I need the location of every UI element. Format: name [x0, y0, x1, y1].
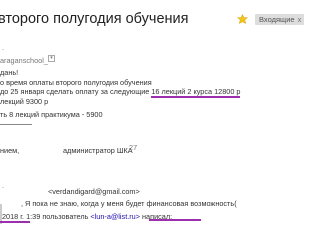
chevron-down-icon[interactable]: ▾ [48, 55, 55, 62]
body-line-4: ть 8 лекций практикума - 5900 [0, 110, 103, 119]
quote-email-link[interactable]: <lun-a@list.ru> [90, 212, 140, 221]
email-subject: второго полугодия обучения [0, 11, 189, 27]
reply-body-line: , Я пока не знаю, когда у меня будет фин… [21, 199, 237, 208]
label-chip-text: Входящие [259, 15, 295, 24]
signature-left: нием, [0, 146, 20, 155]
price-highlight: 16 лекций 2 курса 12800 р [151, 87, 241, 98]
email-highlight [149, 219, 201, 221]
greeting: дань! [0, 68, 19, 77]
body-line-2-prefix: до 25 января сделать оплату за следующие [0, 87, 152, 96]
body-line-2: до 25 января сделать оплату за следующие… [0, 87, 241, 98]
quote-header: 2018 г. 1:39 пользователь <lun-a@list.ru… [2, 212, 172, 221]
body-line-1: о время оплаты второго полугодия обучени… [0, 78, 152, 87]
sender-address[interactable]: araganschool_ [0, 56, 48, 65]
star-icon[interactable] [237, 14, 248, 24]
reply-from-prefix: . [2, 181, 5, 190]
close-icon[interactable]: x [298, 15, 302, 24]
sender-dots: . [2, 43, 5, 52]
signature-role: администратор ШКА [63, 146, 133, 155]
quote-mid: 1:39 пользователь [24, 212, 91, 221]
inbox-label-chip[interactable]: Входящие x [255, 14, 305, 25]
quote-date: 2018 г. [2, 212, 25, 221]
body-line-3: лекций 9300 р [0, 97, 49, 106]
strike-line [0, 124, 32, 125]
signature-phone: . 27 [125, 143, 138, 152]
date-highlight [0, 221, 30, 223]
reply-from-email[interactable]: <verdandigard@gmail.com> [48, 187, 140, 196]
